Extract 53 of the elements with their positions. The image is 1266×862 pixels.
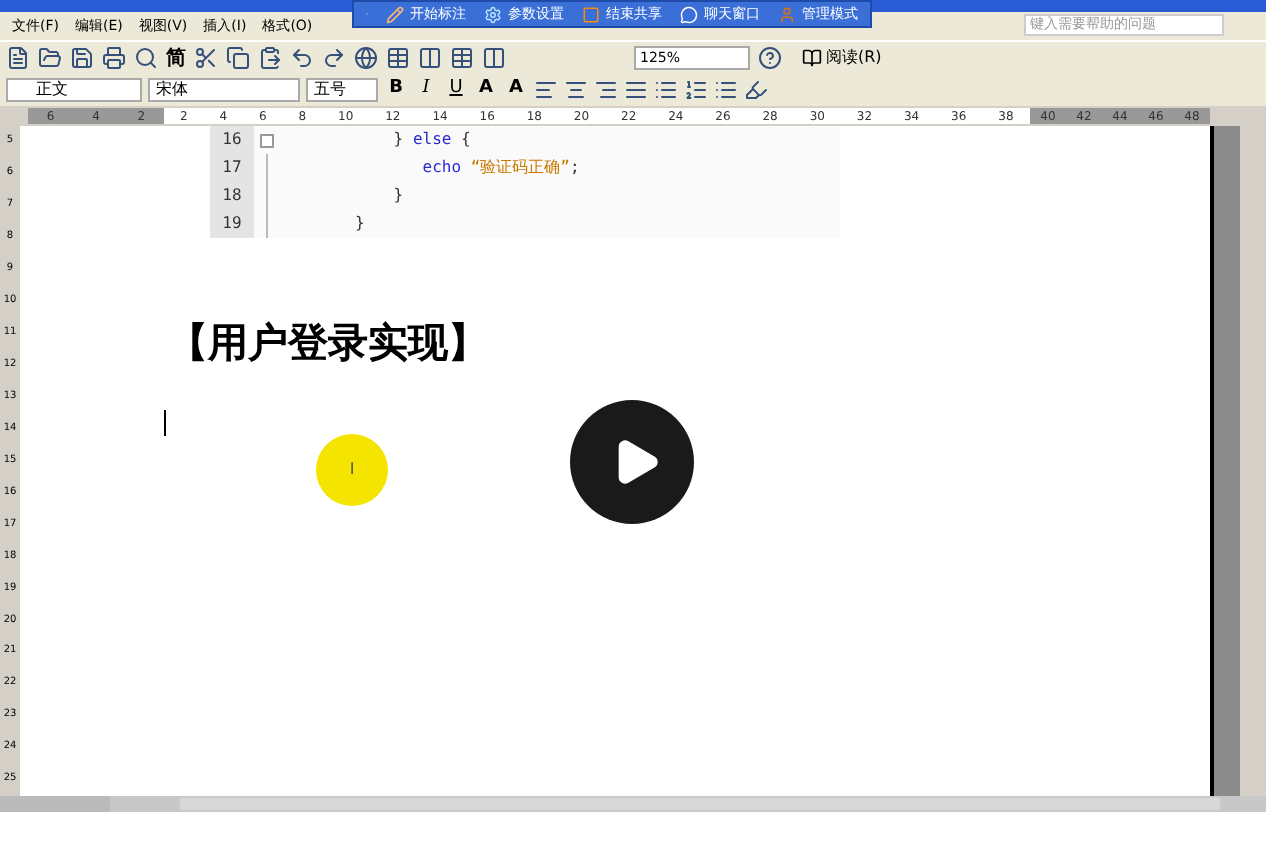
align-right-icon[interactable] [594, 78, 618, 102]
columns-icon[interactable] [418, 46, 442, 70]
search-icon[interactable] [134, 46, 158, 70]
toolbar-button[interactable]: 简 [166, 43, 186, 73]
read-button[interactable]: 阅读(R) [802, 46, 882, 70]
paste-icon[interactable] [258, 46, 282, 70]
code-line: } [353, 212, 365, 236]
help-icon[interactable] [758, 46, 782, 70]
text-cursor [164, 410, 166, 436]
columns-icon[interactable] [482, 46, 506, 70]
numbered-list-icon[interactable] [684, 78, 708, 102]
code-line: echo “验证码正确”; [420, 156, 580, 180]
code-line: } else { [391, 128, 471, 152]
printer-icon[interactable] [102, 46, 126, 70]
font-field[interactable]: 宋体 [148, 78, 300, 102]
vertical-scrollbar[interactable] [1240, 126, 1266, 796]
gear-icon [484, 5, 502, 23]
format-button[interactable]: I [414, 76, 438, 104]
code-line: } [391, 184, 404, 208]
chat-icon [680, 5, 698, 23]
line-number: 16 [210, 126, 254, 154]
format-button[interactable]: B [384, 76, 408, 104]
highlighter-icon[interactable] [744, 78, 768, 102]
scissors-icon[interactable] [194, 46, 218, 70]
format-button[interactable]: A [504, 76, 528, 104]
table-icon[interactable] [450, 46, 474, 70]
format-button[interactable]: A [474, 76, 498, 104]
cursor-highlight: I [316, 434, 388, 506]
undo-icon[interactable] [290, 46, 314, 70]
square-icon [582, 5, 600, 23]
heading: 【用户登录实现】 [168, 322, 490, 362]
fold-toggle[interactable] [259, 133, 273, 147]
copy-icon[interactable] [226, 46, 250, 70]
line-number: 18 [210, 182, 254, 210]
align-left-icon[interactable] [534, 78, 558, 102]
document-icon[interactable] [6, 46, 30, 70]
justify-icon[interactable] [624, 78, 648, 102]
user-icon [778, 5, 796, 23]
style-field[interactable]: 正文 [6, 78, 142, 102]
horizontal-scrollbar[interactable] [0, 796, 1266, 812]
table-icon[interactable] [386, 46, 410, 70]
line-number: 19 [210, 210, 254, 238]
line-number: 17 [210, 154, 254, 182]
format-button[interactable]: U [444, 76, 468, 104]
scroll-thumb[interactable] [180, 798, 1220, 810]
pencil-icon [386, 5, 404, 23]
save-icon[interactable] [70, 46, 94, 70]
book-icon [802, 48, 822, 68]
globe-icon[interactable] [354, 46, 378, 70]
align-center-icon[interactable] [564, 78, 588, 102]
folder-icon[interactable] [38, 46, 62, 70]
redo-icon[interactable] [322, 46, 346, 70]
size-field[interactable]: 五号 [306, 78, 378, 102]
